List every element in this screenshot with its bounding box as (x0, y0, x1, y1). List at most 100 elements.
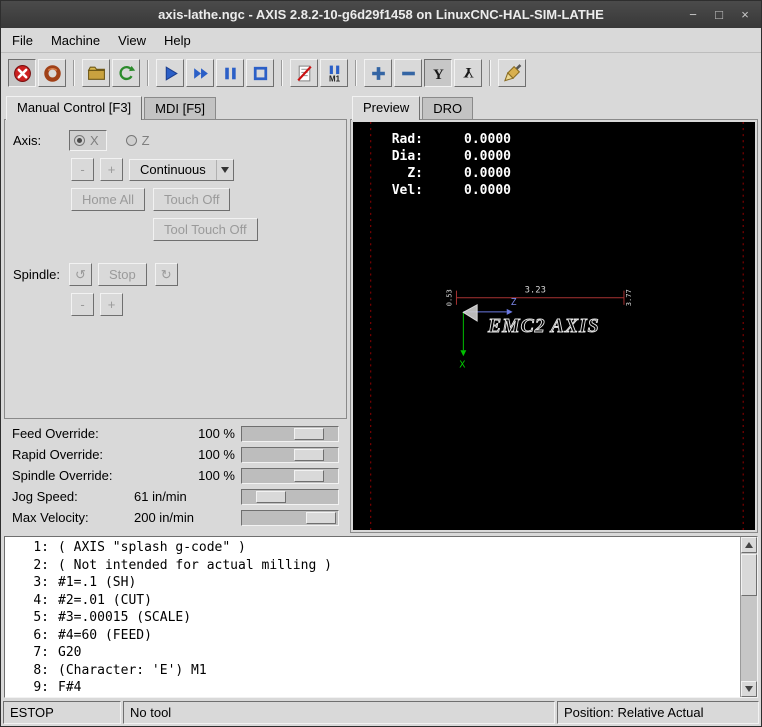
view-y-button[interactable]: Y (424, 59, 452, 87)
gcode-line[interactable]: 6:#4=60 (FEED) (7, 627, 737, 645)
stop-button[interactable] (246, 59, 274, 87)
toolbar-separator (147, 60, 149, 86)
run-step-button[interactable] (186, 59, 214, 87)
spindle-reverse-icon: ↺ (75, 267, 86, 282)
window-title: axis-lathe.ngc - AXIS 2.8.2-10-g6d29f145… (158, 7, 604, 22)
toolbar-separator (281, 60, 283, 86)
gcode-line[interactable]: 5:#3=.00015 (SCALE) (7, 609, 737, 627)
machine-power-button[interactable] (38, 59, 66, 87)
menu-file[interactable]: File (3, 28, 42, 52)
gcode-line[interactable]: 2:( Not intended for actual milling ) (7, 557, 737, 575)
manual-control-panel: Axis: X Z - + Continuous (4, 119, 347, 419)
tab-preview[interactable]: Preview (352, 96, 420, 120)
toolbar-separator (355, 60, 357, 86)
zoom-out-button[interactable] (394, 59, 422, 87)
scroll-up-arrow[interactable] (741, 537, 757, 553)
optional-pause-button[interactable]: M1 (320, 59, 348, 87)
view-y2-icon: Y (459, 64, 478, 83)
jog-row: - + Continuous (13, 158, 338, 181)
estop-button[interactable] (8, 59, 36, 87)
gcode-line-text: #4=60 (FEED) (58, 628, 152, 643)
gcode-line-text: ( AXIS "splash g-code" ) (58, 540, 246, 555)
slider-thumb[interactable] (294, 449, 324, 461)
dro-vel-value: 0.0000 (423, 183, 511, 200)
gcode-line[interactable]: 4:#2=.01 (CUT) (7, 592, 737, 610)
tab-dro[interactable]: DRO (422, 97, 473, 119)
jog-speed-slider[interactable] (241, 489, 339, 505)
axis-z-radio[interactable]: Z (121, 130, 158, 151)
gcode-line[interactable]: 7:G20 (7, 644, 737, 662)
window-controls: − □ × (685, 1, 753, 28)
close-button[interactable]: × (737, 7, 753, 22)
maximize-button[interactable]: □ (711, 7, 727, 22)
zoom-in-button[interactable] (364, 59, 392, 87)
gcode-line-text: #1=.1 (SH) (58, 575, 136, 590)
jog-plus-button[interactable]: + (100, 158, 123, 181)
gcode-listing[interactable]: 1:( AXIS "splash g-code" ) 2:( Not inten… (4, 536, 758, 698)
reload-button[interactable] (112, 59, 140, 87)
axis-x-radio[interactable]: X (69, 130, 107, 151)
gcode-line-number: 3: (7, 574, 49, 592)
preview-canvas[interactable]: Rad:0.0000 Dia:0.0000 Z:0.0000 Vel:0.000… (353, 122, 755, 530)
tab-mdi[interactable]: MDI [F5] (144, 97, 216, 119)
scrollbar-thumb[interactable] (741, 554, 757, 596)
toolbar: M1 Y Y (1, 53, 761, 93)
gcode-line[interactable]: 8:(Character: 'E') M1 (7, 662, 737, 680)
slider-thumb[interactable] (294, 470, 324, 482)
z-axis-label: Z (511, 297, 517, 308)
view-y2-button[interactable]: Y (454, 59, 482, 87)
spindle-faster-button[interactable]: + (100, 293, 123, 316)
svg-text:Y: Y (463, 64, 474, 80)
spindle-reverse-button[interactable]: ↺ (69, 263, 92, 286)
touch-off-button[interactable]: Touch Off (153, 188, 230, 211)
right-tabs: Preview DRO (350, 93, 758, 119)
stop-icon (251, 64, 270, 83)
tool-touch-off-button[interactable]: Tool Touch Off (153, 218, 258, 241)
feed-override-slider[interactable] (241, 426, 339, 442)
clear-plot-button[interactable] (498, 59, 526, 87)
gcode-line[interactable]: 9:F#4 (7, 679, 737, 697)
main-area: Manual Control [F3] MDI [F5] Axis: X Z (1, 93, 761, 533)
preview-panel: Rad:0.0000 Dia:0.0000 Z:0.0000 Vel:0.000… (350, 119, 758, 533)
zoom-out-icon (399, 64, 418, 83)
titlebar[interactable]: axis-lathe.ngc - AXIS 2.8.2-10-g6d29f145… (1, 1, 761, 28)
open-file-button[interactable] (82, 59, 110, 87)
jog-increment-select[interactable]: Continuous (129, 159, 234, 181)
spindle-override-value: 100 % (132, 468, 241, 483)
gcode-line-text: #2=.01 (CUT) (58, 593, 152, 608)
menu-machine[interactable]: Machine (42, 28, 109, 52)
slider-thumb[interactable] (306, 512, 336, 524)
status-estop: ESTOP (3, 701, 121, 724)
toolbar-separator (73, 60, 75, 86)
slider-thumb[interactable] (256, 491, 286, 503)
spindle-override-slider[interactable] (241, 468, 339, 484)
axis-x-label: X (90, 133, 99, 148)
left-tabs: Manual Control [F3] MDI [F5] (4, 93, 347, 119)
scroll-down-arrow[interactable] (741, 681, 757, 697)
view-y-icon: Y (429, 64, 448, 83)
gcode-line-number: 9: (7, 679, 49, 697)
spindle-slower-button[interactable]: - (71, 293, 94, 316)
rapid-override-slider[interactable] (241, 447, 339, 463)
feed-override-label: Feed Override: (12, 426, 132, 441)
menu-help[interactable]: Help (155, 28, 200, 52)
gcode-line[interactable]: 1:( AXIS "splash g-code" ) (7, 539, 737, 557)
skip-lines-button[interactable] (290, 59, 318, 87)
jog-minus-button[interactable]: - (71, 158, 94, 181)
tab-manual-control[interactable]: Manual Control [F3] (6, 96, 142, 120)
dro-rad-row: Rad:0.0000 (383, 132, 511, 149)
radio-icon (126, 135, 137, 146)
minimize-button[interactable]: − (685, 7, 701, 22)
slider-thumb[interactable] (294, 428, 324, 440)
gcode-line[interactable]: 3: #1=.1 (SH) (7, 574, 737, 592)
spindle-forward-button[interactable]: ↻ (155, 263, 178, 286)
max-velocity-slider[interactable] (241, 510, 339, 526)
home-all-button[interactable]: Home All (71, 188, 145, 211)
menu-view[interactable]: View (109, 28, 155, 52)
run-button[interactable] (156, 59, 184, 87)
spindle-stop-button[interactable]: Stop (98, 263, 147, 286)
gcode-scrollbar[interactable] (740, 537, 757, 697)
axis-label: Axis: (13, 133, 69, 148)
pause-button[interactable] (216, 59, 244, 87)
gcode-line-number: 2: (7, 557, 49, 575)
